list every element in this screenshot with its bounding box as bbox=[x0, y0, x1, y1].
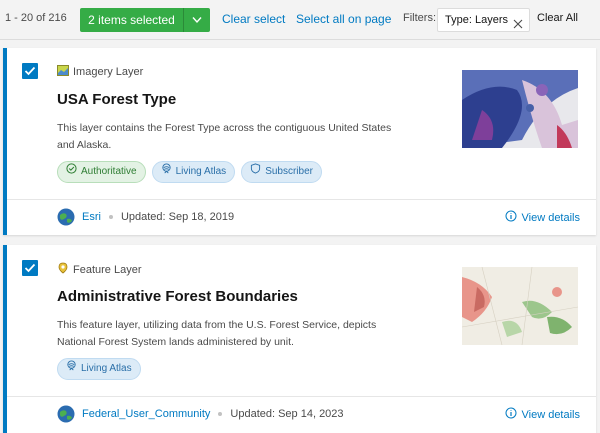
item-description: This feature layer, utilizing data from … bbox=[57, 319, 377, 348]
item-thumbnail[interactable] bbox=[462, 267, 578, 345]
item-description: This layer contains the Forest Type acro… bbox=[57, 122, 392, 151]
item-type-label: Feature Layer bbox=[73, 263, 142, 276]
tag-label: Living Atlas bbox=[175, 166, 227, 177]
result-card: Imagery Layer USA Forest Type This layer… bbox=[3, 48, 596, 235]
result-card: Feature Layer Administrative Forest Boun… bbox=[3, 245, 596, 433]
item-tags: Authoritative Living Atlas Subscriber bbox=[57, 161, 322, 183]
item-type: Imagery Layer bbox=[57, 65, 143, 79]
owner-link[interactable]: Federal_User_Community bbox=[82, 408, 210, 420]
items-selected-label[interactable]: 2 items selected bbox=[80, 8, 184, 32]
separator-dot bbox=[218, 412, 223, 416]
info-icon bbox=[505, 210, 517, 225]
tag-living-atlas[interactable]: Living Atlas bbox=[151, 161, 236, 183]
results-toolbar: 1 - 20 of 216 2 items selected Clear sel… bbox=[0, 0, 600, 40]
tag-living-atlas[interactable]: Living Atlas bbox=[57, 358, 141, 380]
item-footer: Federal_User_Community Updated: Sep 14, … bbox=[57, 405, 344, 423]
close-icon[interactable] bbox=[513, 15, 523, 37]
tag-label: Authoritative bbox=[81, 166, 137, 177]
info-icon bbox=[505, 407, 517, 422]
separator-dot bbox=[108, 215, 113, 219]
filter-chip-label: Type: Layers bbox=[445, 14, 508, 26]
tag-subscriber[interactable]: Subscriber bbox=[241, 161, 322, 183]
avatar bbox=[57, 405, 75, 423]
living-atlas-icon bbox=[161, 161, 172, 183]
results-count: 1 - 20 of 216 bbox=[5, 12, 67, 24]
updated-date: Updated: Sep 18, 2019 bbox=[120, 211, 235, 223]
item-type: Feature Layer bbox=[57, 262, 141, 277]
item-footer: Esri Updated: Sep 18, 2019 bbox=[57, 208, 234, 226]
avatar bbox=[57, 208, 75, 226]
tag-authoritative[interactable]: Authoritative bbox=[57, 161, 146, 183]
shield-icon bbox=[250, 161, 261, 183]
card-divider bbox=[7, 199, 596, 200]
view-details-label[interactable]: View details bbox=[522, 409, 581, 421]
clear-all-link[interactable]: Clear All bbox=[537, 12, 578, 24]
card-divider bbox=[7, 396, 596, 397]
clear-select-link[interactable]: Clear select bbox=[222, 12, 285, 26]
select-checkbox[interactable] bbox=[22, 260, 38, 276]
living-atlas-icon bbox=[66, 358, 77, 380]
view-details-link[interactable]: View details bbox=[505, 210, 581, 225]
filter-chip-type-layers[interactable]: Type: Layers bbox=[437, 8, 530, 32]
view-details-label[interactable]: View details bbox=[522, 212, 581, 224]
tag-label: Living Atlas bbox=[81, 363, 132, 374]
check-circle-icon bbox=[66, 161, 77, 183]
item-thumbnail[interactable] bbox=[462, 70, 578, 148]
item-title[interactable]: Administrative Forest Boundaries bbox=[57, 288, 298, 305]
feature-layer-icon bbox=[57, 262, 69, 277]
filters-label: Filters: bbox=[403, 12, 436, 24]
item-title[interactable]: USA Forest Type bbox=[57, 91, 176, 108]
tag-label: Subscriber bbox=[265, 166, 313, 177]
imagery-layer-icon bbox=[57, 65, 69, 79]
item-type-label: Imagery Layer bbox=[73, 66, 144, 78]
chevron-down-icon[interactable] bbox=[184, 8, 210, 32]
items-selected-dropdown-button[interactable]: 2 items selected bbox=[80, 8, 210, 32]
view-details-link[interactable]: View details bbox=[505, 407, 581, 422]
select-checkbox[interactable] bbox=[22, 63, 38, 79]
updated-date: Updated: Sep 14, 2023 bbox=[230, 408, 344, 420]
select-all-on-page-link[interactable]: Select all on page bbox=[296, 12, 391, 26]
item-tags: Living Atlas bbox=[57, 358, 141, 380]
owner-link[interactable]: Esri bbox=[82, 211, 101, 223]
